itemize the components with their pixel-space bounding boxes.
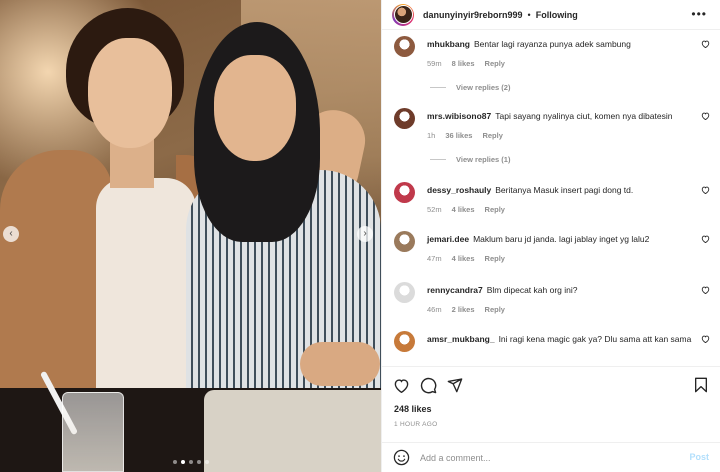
person-right-face	[214, 55, 296, 161]
comment-meta: 52m 4 likes Reply	[427, 205, 515, 214]
carousel-dot	[172, 460, 177, 464]
comment-meta: 59m 8 likes Reply	[427, 59, 515, 68]
comment-body: rennycandra7 Blm dipecat kah org ini?	[427, 284, 695, 297]
comment-meta: 1h 36 likes Reply	[427, 131, 513, 140]
avatar[interactable]	[394, 182, 415, 203]
instagram-post: ‹ › danunyinyir9reborn999 • Following ••…	[0, 0, 720, 472]
carousel-dot	[188, 460, 193, 464]
comment-reply-button[interactable]: Reply	[485, 205, 505, 214]
header-separator: •	[527, 9, 531, 20]
view-replies-label: View replies (1)	[456, 155, 511, 164]
comment-reply-button[interactable]: Reply	[485, 254, 505, 263]
comment-body: jemari.dee Maklum baru jd janda. lagi jab…	[427, 233, 695, 246]
comment-like-heart-icon[interactable]	[701, 186, 710, 196]
avatar[interactable]	[394, 282, 415, 303]
post-actions	[382, 366, 720, 402]
comment-body: mhukbang Bentar lagi rayanza punya adek s…	[427, 38, 695, 51]
comment-like-heart-icon[interactable]	[701, 235, 710, 245]
view-replies-button[interactable]: View replies (1)	[430, 155, 510, 164]
comment-username[interactable]: dessy_roshauly	[427, 185, 491, 195]
chevron-left-icon: ‹	[9, 228, 13, 239]
comment-likes[interactable]: 2 likes	[452, 305, 475, 314]
send-icon[interactable]	[446, 376, 464, 394]
view-replies-button[interactable]: View replies (2)	[430, 83, 510, 92]
add-comment-bar: Post	[382, 442, 720, 472]
comment-like-heart-icon[interactable]	[701, 40, 710, 50]
comment-like-heart-icon[interactable]	[701, 335, 710, 345]
comment-reply-button[interactable]: Reply	[482, 131, 502, 140]
comment-like-heart-icon[interactable]	[701, 286, 710, 296]
comment-meta: 46m 2 likes Reply	[427, 305, 515, 314]
heart-icon[interactable]	[392, 376, 410, 394]
comment-age: 59m	[427, 59, 442, 68]
comment-body: dessy_roshauly Beritanya Masuk insert pag…	[427, 184, 695, 197]
post-side-panel: danunyinyir9reborn999 • Following ••• mh…	[381, 0, 720, 472]
comment-reply-button[interactable]: Reply	[485, 59, 505, 68]
carousel-indicator	[0, 460, 381, 464]
comment-age: 47m	[427, 254, 442, 263]
comment-username[interactable]: jemari.dee	[427, 234, 469, 244]
bookmark-icon[interactable]	[692, 376, 710, 394]
comment-likes[interactable]: 8 likes	[452, 59, 475, 68]
post-timestamp: 1 HOUR AGO	[394, 421, 438, 428]
comment-text: Ini ragi kena magic gak ya? Dlu sama att…	[498, 334, 692, 344]
carousel-dot	[204, 460, 209, 464]
comment-icon[interactable]	[419, 376, 437, 394]
post-photo[interactable]: ‹ ›	[0, 0, 381, 472]
avatar[interactable]	[394, 331, 415, 352]
view-replies-label: View replies (2)	[456, 83, 511, 92]
person-left-top	[96, 178, 196, 388]
comment-text: Bentar lagi rayanza punya adek sambung	[473, 39, 631, 49]
comment-username[interactable]: mhukbang	[427, 39, 470, 49]
likes-count[interactable]: 248 likes	[394, 404, 432, 414]
comment-body: amsr_mukbang_ Ini ragi kena magic gak ya?…	[427, 333, 695, 346]
view-replies-line	[430, 87, 446, 88]
carousel-prev-button[interactable]: ‹	[3, 226, 19, 242]
person-right-hand	[300, 342, 380, 386]
carousel-dot	[196, 460, 201, 464]
comment-age: 1h	[427, 131, 436, 140]
comment-text: Maklum baru jd janda. lagi jablay inget …	[473, 234, 650, 244]
avatar[interactable]	[392, 3, 414, 26]
post-header: danunyinyir9reborn999 • Following •••	[382, 0, 720, 30]
comment-body: mrs.wibisono87 Tapi sayang nyalinya ciut,…	[427, 110, 695, 123]
avatar[interactable]	[394, 36, 415, 57]
comment-meta: 47m 4 likes Reply	[427, 254, 515, 263]
comment-age: 46m	[427, 305, 442, 314]
comment-age: 52m	[427, 205, 442, 214]
avatar[interactable]	[394, 231, 415, 252]
comment-likes[interactable]: 4 likes	[452, 254, 475, 263]
chevron-right-icon: ›	[363, 228, 367, 239]
comment-username[interactable]: rennycandra7	[427, 285, 483, 295]
comment-likes[interactable]: 36 likes	[445, 131, 472, 140]
carousel-dot	[180, 460, 185, 464]
comment-text: Beritanya Masuk insert pagi dong td.	[495, 185, 634, 195]
comment-text: Blm dipecat kah org ini?	[486, 285, 578, 295]
carousel-next-button[interactable]: ›	[357, 226, 373, 242]
following-button[interactable]: Following	[536, 10, 578, 20]
comment-input[interactable]	[420, 451, 670, 465]
comment-text: Tapi sayang nyalinya ciut, komen nya dib…	[495, 111, 673, 121]
comment-like-heart-icon[interactable]	[701, 112, 710, 122]
post-button[interactable]: Post	[689, 452, 709, 462]
more-options-icon[interactable]: •••	[691, 8, 707, 20]
avatar[interactable]	[394, 108, 415, 129]
comment-username[interactable]: mrs.wibisono87	[427, 111, 491, 121]
emoji-icon[interactable]	[393, 449, 410, 466]
person-left-face	[88, 38, 172, 148]
author-username[interactable]: danunyinyir9reborn999	[423, 10, 523, 20]
comment-username[interactable]: amsr_mukbang_	[427, 334, 495, 344]
comment-reply-button[interactable]: Reply	[485, 305, 505, 314]
comment-likes[interactable]: 4 likes	[452, 205, 475, 214]
view-replies-line	[430, 159, 446, 160]
